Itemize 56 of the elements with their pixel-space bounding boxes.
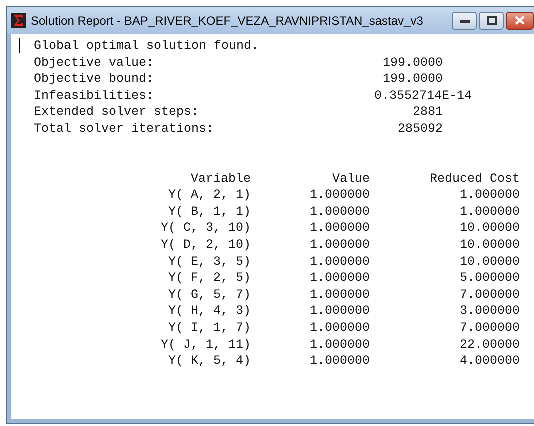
table-cell-text: 10.00000: [458, 236, 520, 254]
summary-label: Infeasibilities:: [34, 88, 156, 104]
table-cell-text: Y( F, 2, 5): [167, 270, 251, 287]
table-cell-text: Y( B, 1, 1): [167, 204, 251, 220]
column-header: Variable: [190, 170, 251, 188]
status-text: Global optimal solution found.: [34, 38, 260, 55]
table-cell-text: Y( J, 1, 11): [160, 336, 251, 354]
table-cell-text: Y( A, 2, 1): [167, 187, 251, 204]
minimize-button[interactable]: [452, 12, 477, 30]
table-cell-text: Y( D, 2, 10): [160, 236, 251, 254]
table-cell-text: 22.00000: [458, 336, 520, 354]
table-cell-text: 1.000000: [308, 270, 370, 287]
table-cell-text: 7.000000: [458, 286, 520, 304]
table-cell-text: 5.000000: [458, 270, 520, 287]
table-cell-text: Y( K, 5, 4): [167, 353, 251, 370]
close-button[interactable]: [506, 12, 534, 30]
column-header: Value: [331, 170, 370, 188]
table-cell-text: 1.000000: [458, 204, 520, 220]
table-cell-text: 1.000000: [308, 320, 370, 336]
table-cell-text: Y( G, 5, 7): [167, 286, 251, 304]
table-cell-text: 10.00000: [458, 220, 520, 237]
minimize-icon: [460, 18, 470, 22]
summary-label: Total solver iterations:: [34, 120, 216, 138]
table-cell-text: 1.000000: [308, 303, 370, 320]
table-cell-text: 1.000000: [308, 204, 370, 220]
table-cell-text: 1.000000: [308, 236, 370, 254]
summary-value: 199.0000: [382, 71, 443, 88]
table-cell-text: Y( E, 3, 5): [167, 254, 251, 270]
summary-label: Extended solver steps:: [34, 104, 200, 121]
table-cell-text: 1.000000: [458, 187, 520, 204]
table-cell-text: 1.000000: [308, 254, 370, 270]
table-cell-text: Y( I, 1, 7): [167, 320, 251, 336]
table-cell-text: 1.000000: [308, 220, 370, 237]
text-cursor: [19, 38, 20, 53]
table-cell-text: 10.00000: [458, 254, 520, 270]
summary-value: 0.3552714E-14: [373, 88, 472, 104]
table-cell-text: 1.000000: [308, 336, 370, 354]
close-icon: [515, 16, 525, 25]
table-cell-text: Y( H, 4, 3): [167, 303, 251, 320]
table-cell-text: 7.000000: [458, 320, 520, 336]
table-cell-text: Y( C, 3, 10): [160, 220, 251, 237]
summary-value: 285092: [396, 120, 443, 138]
window-title: Solution Report - BAP_RIVER_KOEF_VEZA_RAVNIPRISTAN_sastav_v3: [31, 14, 424, 28]
table-cell-text: 1.000000: [308, 353, 370, 370]
column-header: Reduced Cost: [428, 170, 520, 188]
sigma-icon: [11, 13, 26, 28]
summary-value: 2881: [412, 104, 443, 121]
maximize-icon: [486, 16, 496, 25]
table-cell-text: 3.000000: [458, 303, 520, 320]
summary-value: 199.0000: [382, 54, 443, 72]
table-cell-text: 1.000000: [308, 286, 370, 304]
table-cell-text: 4.000000: [458, 353, 520, 370]
table-cell-text: 1.000000: [308, 187, 370, 204]
maximize-button[interactable]: [479, 12, 504, 30]
summary-label: Objective bound:: [34, 71, 156, 88]
summary-label: Objective value:: [34, 54, 156, 72]
